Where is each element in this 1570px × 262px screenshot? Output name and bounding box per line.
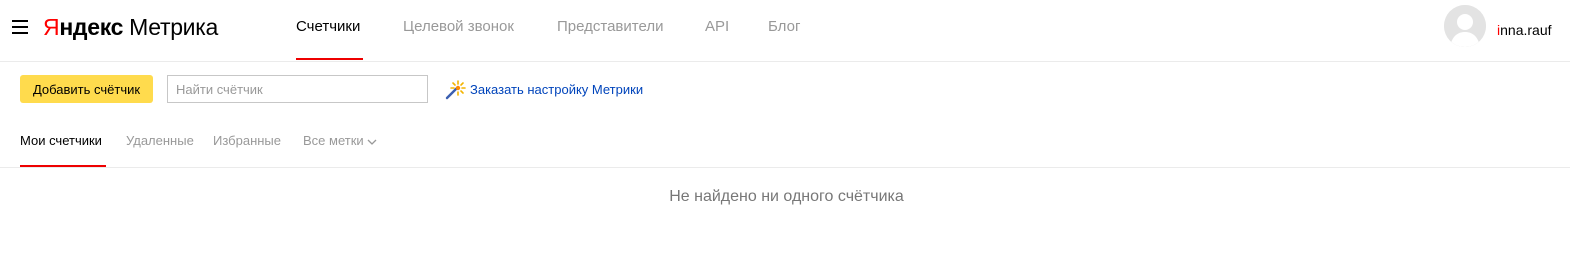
- tab-deleted[interactable]: Удаленные: [126, 133, 194, 149]
- top-header: Яндекс Метрика Счетчики Целевой звонок Пр…: [0, 0, 1570, 62]
- user-name-rest: nna.rauf: [1500, 22, 1552, 38]
- nav-blog[interactable]: Блог: [768, 17, 800, 37]
- nav-representatives[interactable]: Представители: [557, 17, 663, 37]
- logo-product-name: Метрика: [129, 14, 218, 40]
- add-counter-button[interactable]: Добавить счётчик: [20, 75, 153, 103]
- nav-active-underline: [296, 58, 363, 60]
- magic-wand-icon: [443, 77, 467, 101]
- logo-brand-first-letter: Я: [43, 14, 60, 40]
- logo-brand-rest: ндекс: [59, 14, 124, 40]
- tab-all-labels[interactable]: Все метки: [303, 133, 377, 150]
- order-setup-link[interactable]: Заказать настройку Метрики: [443, 77, 643, 101]
- empty-state-message: Не найдено ни одного счётчика: [669, 188, 904, 205]
- hamburger-menu-icon[interactable]: [12, 20, 28, 34]
- yandex-metrika-logo[interactable]: Яндекс Метрика: [43, 12, 218, 42]
- metrika-counters-page: Яндекс Метрика Счетчики Целевой звонок Пр…: [0, 0, 1570, 262]
- order-setup-label: Заказать настройку Метрики: [470, 81, 644, 97]
- user-avatar-icon[interactable]: [1444, 5, 1486, 47]
- user-name[interactable]: inna.rauf: [1497, 21, 1552, 39]
- nav-api[interactable]: API: [705, 17, 729, 37]
- tab-favorites[interactable]: Избранные: [213, 133, 281, 149]
- tab-all-labels-text: Все метки: [303, 133, 364, 148]
- nav-counters[interactable]: Счетчики: [296, 17, 360, 37]
- tabs-divider: [0, 167, 1570, 168]
- tab-my-counters[interactable]: Мои счетчики: [20, 133, 102, 149]
- chevron-down-icon: [367, 134, 377, 150]
- nav-target-call[interactable]: Целевой звонок: [403, 17, 514, 37]
- search-counter-input[interactable]: [167, 75, 428, 103]
